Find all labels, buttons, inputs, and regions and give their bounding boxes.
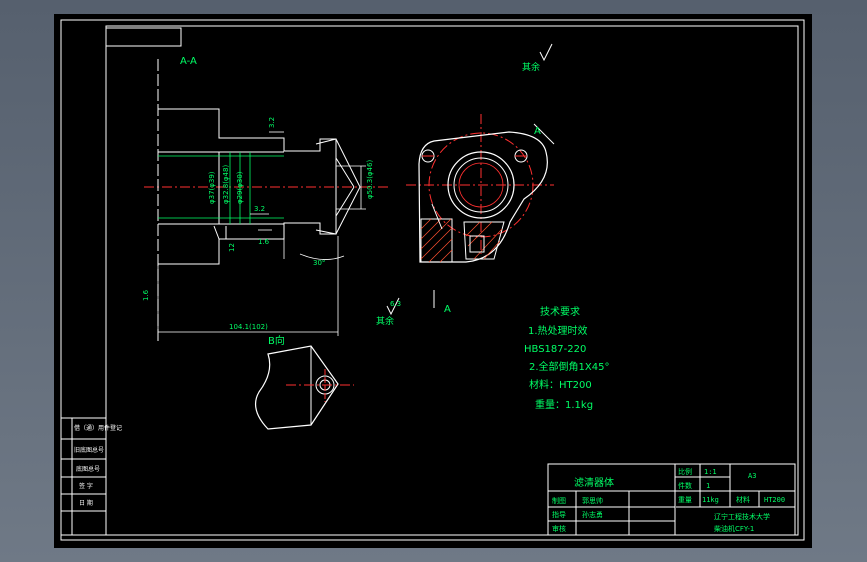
tech-line-3: 2.全部倒角1X45°: [529, 360, 609, 373]
view-b-label: B向: [268, 334, 285, 347]
roughness-value-bottom: 6.3: [390, 300, 401, 308]
corner-code-box: [105, 27, 182, 47]
scale-label: 比例: [678, 467, 692, 476]
view-a-label-bottom: A: [444, 304, 451, 315]
tech-line-2: HBS187-220: [524, 344, 586, 355]
section-label: A-A: [180, 56, 197, 67]
review-label: 审核: [552, 524, 566, 533]
roughness-symbol-top: [539, 43, 553, 62]
strip-row-3: 底图总号: [76, 465, 100, 473]
roughness-note-bottom: 其余: [376, 315, 394, 327]
dim-12: 12: [228, 243, 236, 252]
qty-label: 件数: [678, 481, 692, 490]
view-a-label-top: A: [534, 126, 541, 137]
dim-phi29: φ29(φ30): [236, 171, 244, 204]
dim-phi37: φ37(φ39): [208, 171, 216, 204]
drawn-name: 郭思帅: [582, 496, 603, 505]
roughness-note-top: 其余: [522, 61, 540, 73]
drawn-label: 制图: [552, 496, 566, 505]
strip-row-5: 日 期: [79, 499, 93, 507]
viewport-background: 借（通）用件登记 旧底图总号 底图总号 签 字 日 期 A-A φ37(φ39)…: [0, 0, 867, 562]
weight-value: 11kg: [702, 496, 719, 504]
b-view: [254, 345, 354, 430]
angle-30: 30°: [313, 259, 325, 267]
material-value: HT200: [764, 496, 785, 504]
drawing-number: 柴油机CFY-1: [714, 524, 754, 533]
front-view: [406, 114, 555, 308]
dim-phi50: φ50.3(φ46): [366, 160, 374, 199]
tech-material: 材料：HT200: [529, 378, 592, 391]
strip-row-2: 旧底图总号: [74, 446, 104, 454]
weight-label: 重量: [678, 496, 692, 504]
roughness-3-2-mid: 3.2: [254, 205, 265, 213]
sheet-size: A3: [748, 472, 756, 480]
roughness-3-2-top: 3.2: [268, 117, 276, 128]
inner-frame: [105, 25, 799, 536]
part-name: 滤清器体: [574, 476, 614, 489]
cad-drawing: 借（通）用件登记 旧底图总号 底图总号 签 字 日 期 A-A φ37(φ39)…: [60, 19, 805, 541]
dim-left-side: 1.6: [142, 289, 150, 301]
strip-row-1: 借（通）用件登记: [74, 424, 122, 432]
qty-value: 1: [706, 482, 710, 490]
tech-weight: 重量：1.1kg: [535, 398, 593, 411]
dim-1-6: 1.6: [258, 238, 270, 246]
designer-label: 指导: [552, 510, 566, 519]
thread-lines: [158, 152, 284, 224]
material-label: 材料: [736, 495, 750, 504]
tech-title: 技术要求: [540, 305, 580, 318]
left-record-strip: [60, 417, 107, 536]
tech-line-1: 1.热处理时效: [528, 324, 588, 337]
scale-value: 1:1: [704, 468, 717, 476]
dim-length: 104.1(102): [229, 323, 268, 331]
school-name: 辽宁工程技术大学: [714, 512, 770, 521]
dim-phi32: φ32.8(φ48): [222, 165, 230, 204]
drawing-sheet[interactable]: 借（通）用件登记 旧底图总号 底图总号 签 字 日 期 A-A φ37(φ39)…: [54, 14, 812, 548]
designer-name: 孙志勇: [582, 510, 603, 519]
outer-frame: [60, 19, 805, 541]
strip-row-4: 签 字: [79, 482, 93, 490]
